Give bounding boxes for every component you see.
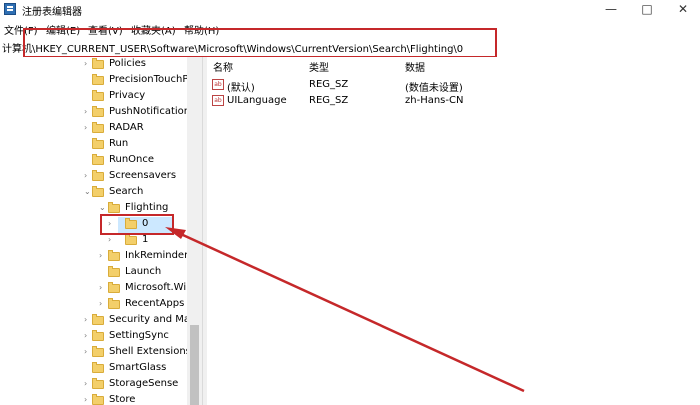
annotation-arrow: [165, 227, 525, 393]
